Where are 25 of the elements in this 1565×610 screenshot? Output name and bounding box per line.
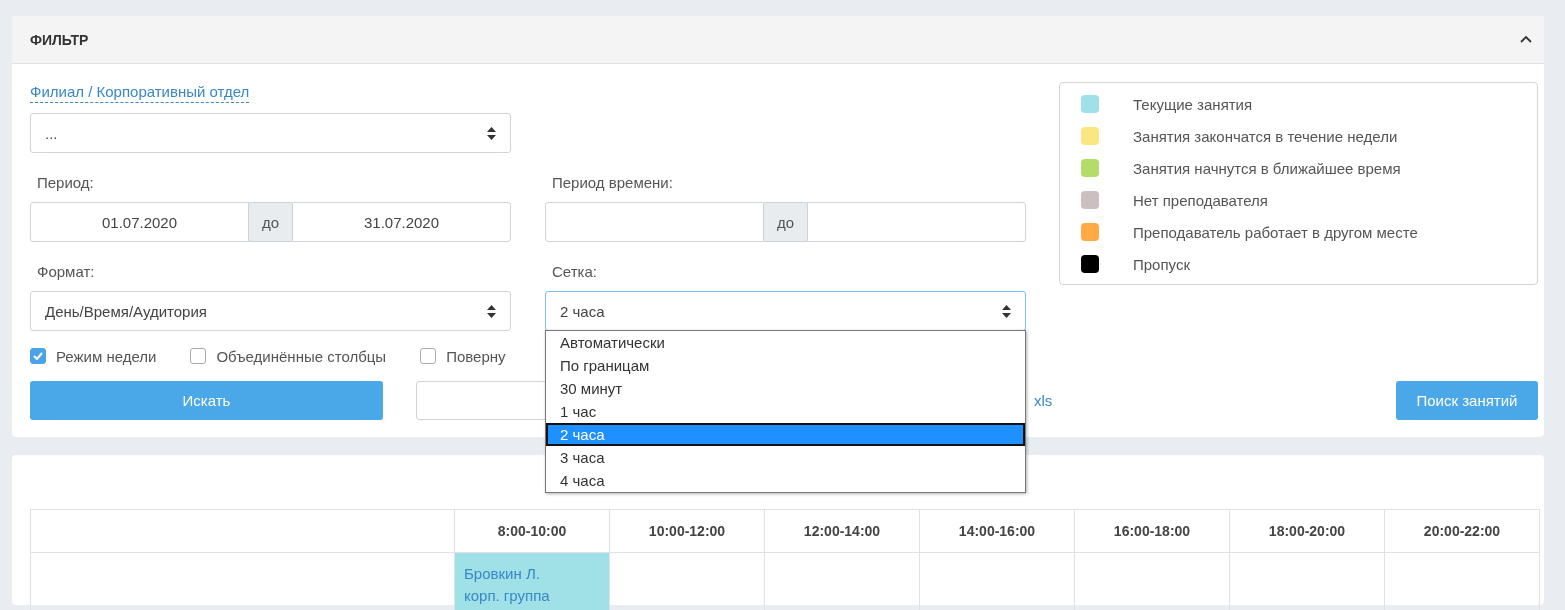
range-separator: до [249, 202, 292, 242]
column-header: 12:00-14:00 [764, 509, 920, 553]
field-label: Период: [37, 174, 95, 192]
legend-label: Преподаватель работает в другом месте [1133, 223, 1418, 241]
panel-title: ФИЛЬТР [30, 31, 89, 48]
legend-label: Пропуск [1133, 255, 1190, 273]
column-header: 18:00-20:00 [1229, 509, 1385, 553]
legend-label: Нет преподавателя [1133, 191, 1268, 209]
legend-label: Занятия закончатся в течение недели [1133, 127, 1398, 145]
column-header: 8:00-10:00 [454, 509, 610, 553]
field-label: Формат: [37, 263, 96, 281]
column-header: 10:00-12:00 [609, 509, 765, 553]
legend-label: Текущие занятия [1133, 95, 1253, 113]
field-label: Сетка: [552, 263, 598, 281]
checkbox-label: Объединённые столбцы [216, 347, 387, 365]
column-header: 20:00-22:00 [1384, 509, 1540, 553]
group-name: корп. группа [464, 586, 551, 606]
legend-label: Занятия начнутся в ближайшее время [1133, 159, 1401, 177]
field-label: Период времени: [552, 174, 674, 192]
column-header: 14:00-16:00 [919, 509, 1075, 553]
range-separator: до [764, 202, 807, 242]
checkbox-label: Режим недели [56, 347, 157, 365]
checkbox-label: Поверну [446, 347, 506, 365]
teacher-name: Бровкин Л. [464, 564, 541, 584]
column-header: 16:00-18:00 [1074, 509, 1230, 553]
